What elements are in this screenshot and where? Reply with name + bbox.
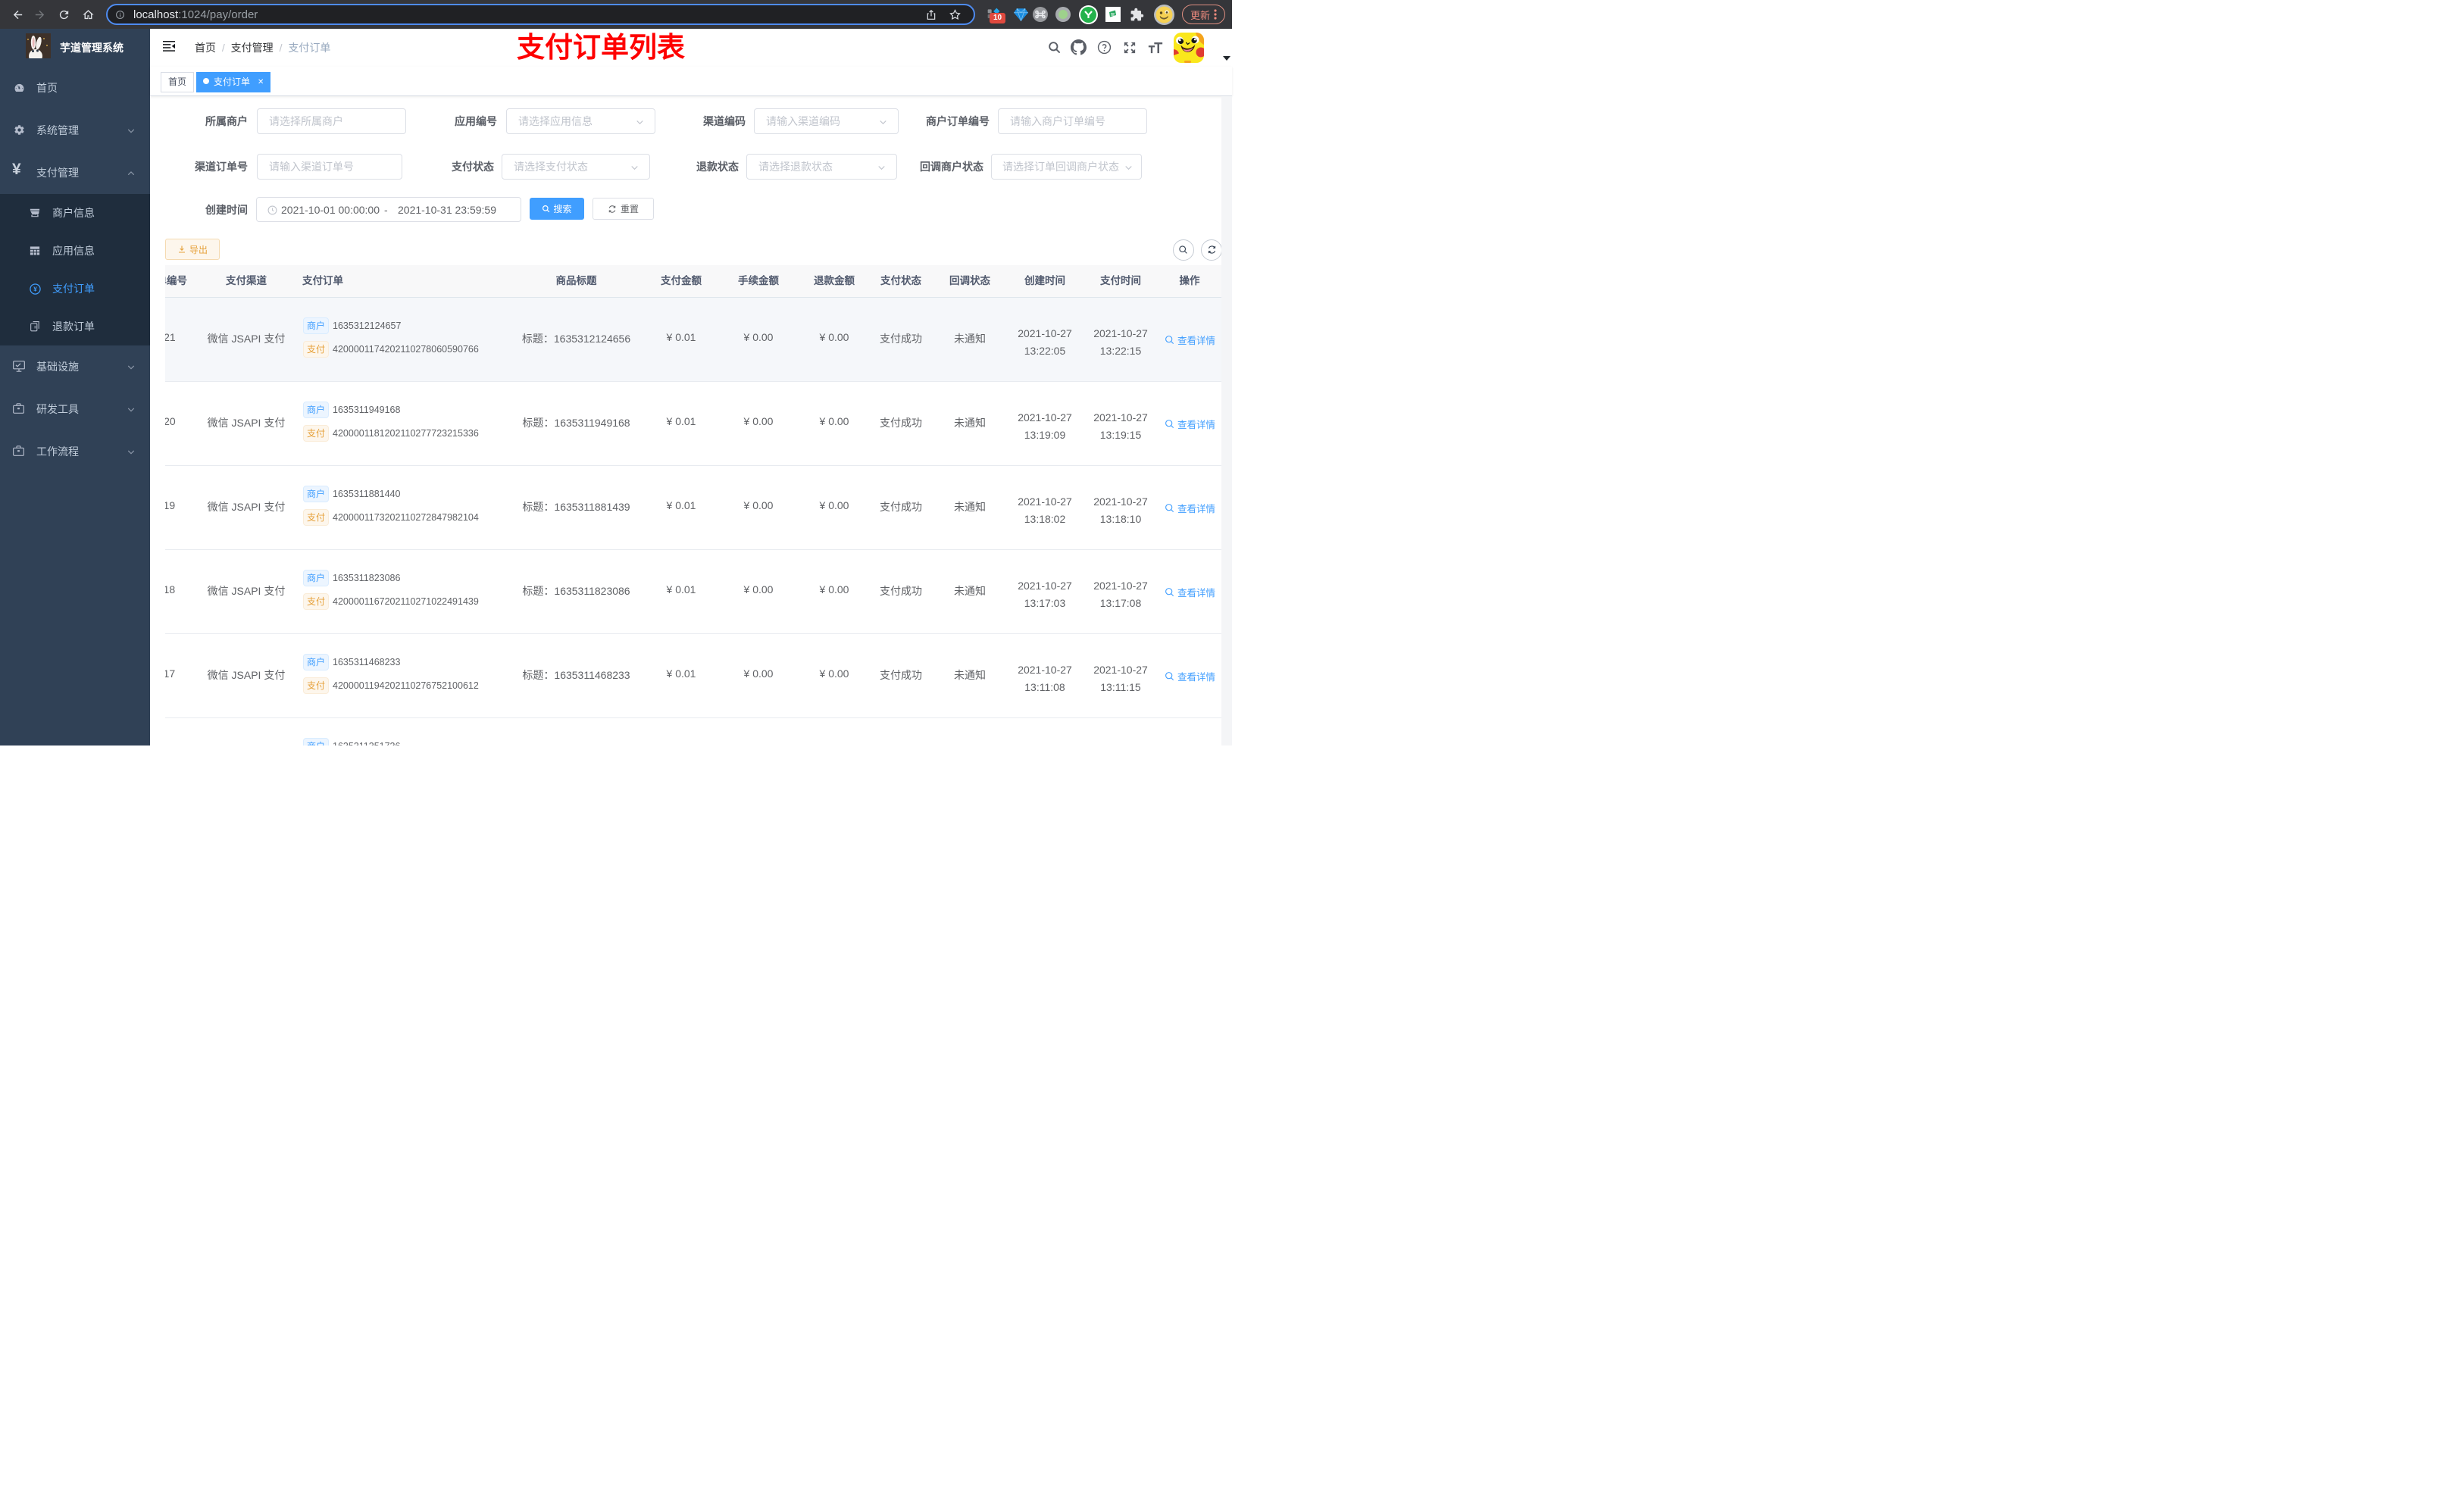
svg-text:¥: ¥	[33, 286, 37, 292]
